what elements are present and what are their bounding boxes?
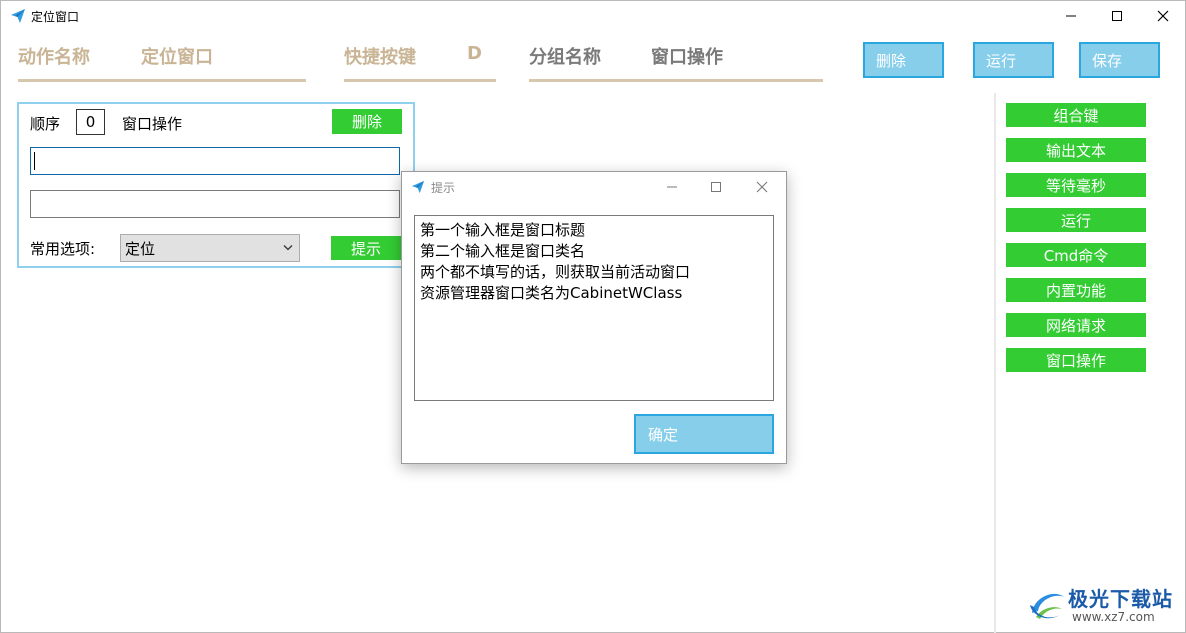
dialog-line: 第二个输入框是窗口类名 <box>420 242 586 260</box>
dialog-minimize-button[interactable] <box>650 172 694 202</box>
watermark-url: www.xz7.com <box>1072 610 1155 624</box>
title-bar: 定位窗口 <box>1 1 1185 31</box>
side-button-cmd[interactable]: Cmd命令 <box>1006 243 1146 267</box>
dialog-line: 资源管理器窗口类名为CabinetWClass <box>420 284 683 302</box>
minimize-icon <box>1066 15 1076 17</box>
run-button[interactable]: 运行 <box>973 42 1054 78</box>
action-type-label: 窗口操作 <box>122 115 183 133</box>
side-button-run[interactable]: 运行 <box>1006 208 1146 232</box>
hint-button[interactable]: 提示 <box>331 236 401 260</box>
chevron-down-icon <box>283 245 293 251</box>
dialog-line: 两个都不填写的话，则获取当前活动窗口 <box>420 263 691 281</box>
action-name-underline <box>18 79 306 82</box>
save-button[interactable]: 保存 <box>1079 42 1160 78</box>
minimize-button[interactable] <box>1049 1 1093 31</box>
options-label: 常用选项: <box>30 240 96 258</box>
dialog-close-button[interactable] <box>740 172 784 202</box>
watermark-logo: 极光下载站 www.xz7.com <box>1026 581 1182 629</box>
card-delete-button[interactable]: 删除 <box>332 109 402 134</box>
side-button-wait-ms[interactable]: 等待毫秒 <box>1006 173 1146 197</box>
close-button[interactable] <box>1141 1 1185 31</box>
minimize-icon <box>667 186 677 188</box>
dialog-message-box[interactable]: 第一个输入框是窗口标题 第二个输入框是窗口类名 两个都不填写的话，则获取当前活动… <box>414 215 774 401</box>
dialog-maximize-button[interactable] <box>694 172 738 202</box>
group-underline <box>529 79 823 82</box>
watermark-text: 极光下载站 <box>1068 587 1173 611</box>
maximize-button[interactable] <box>1095 1 1139 31</box>
hotkey-underline <box>344 79 496 82</box>
side-button-combo-key[interactable]: 组合键 <box>1006 103 1146 127</box>
dialog-ok-button[interactable]: 确定 <box>634 414 774 454</box>
side-button-network[interactable]: 网络请求 <box>1006 313 1146 337</box>
hotkey-value[interactable]: D <box>467 43 482 64</box>
order-input[interactable]: 0 <box>76 109 105 135</box>
options-select[interactable]: 定位 <box>120 234 300 262</box>
paper-plane-icon <box>11 9 25 23</box>
action-name-label: 动作名称 <box>18 47 90 68</box>
window-title: 定位窗口 <box>31 10 80 24</box>
options-selected-value: 定位 <box>125 239 156 258</box>
side-button-window-op[interactable]: 窗口操作 <box>1006 348 1146 372</box>
order-label: 顺序 <box>30 115 61 133</box>
hotkey-label: 快捷按键 <box>344 47 416 68</box>
hint-dialog: 提示 第一个输入框是窗口标题 第二个输入框是窗口类名 两个都不填写的话，则获取当… <box>401 171 787 464</box>
side-button-output-text[interactable]: 输出文本 <box>1006 138 1146 162</box>
group-label: 分组名称 <box>529 47 601 68</box>
window-title-input[interactable] <box>30 147 400 175</box>
maximize-icon <box>711 182 721 192</box>
delete-button[interactable]: 删除 <box>863 42 944 78</box>
close-icon <box>756 181 768 193</box>
action-name-value[interactable]: 定位窗口 <box>141 43 213 69</box>
dialog-line: 第一个输入框是窗口标题 <box>420 221 586 239</box>
side-button-builtin[interactable]: 内置功能 <box>1006 278 1146 302</box>
aurora-logo-icon <box>1030 593 1064 619</box>
dialog-title: 提示 <box>431 181 456 195</box>
text-caret <box>34 152 35 170</box>
maximize-icon <box>1112 11 1122 21</box>
right-panel-divider <box>994 93 996 633</box>
close-icon <box>1157 10 1169 22</box>
group-value[interactable]: 窗口操作 <box>651 43 723 69</box>
action-card: 顺序 0 窗口操作 删除 常用选项: 定位 提示 <box>17 102 415 268</box>
window-class-input[interactable] <box>30 190 400 218</box>
main-window: 定位窗口 动作名称 定位窗口 快捷按键 D 分组名称 窗口操作 删除 运行 保存… <box>0 0 1186 633</box>
paper-plane-icon <box>411 180 425 194</box>
